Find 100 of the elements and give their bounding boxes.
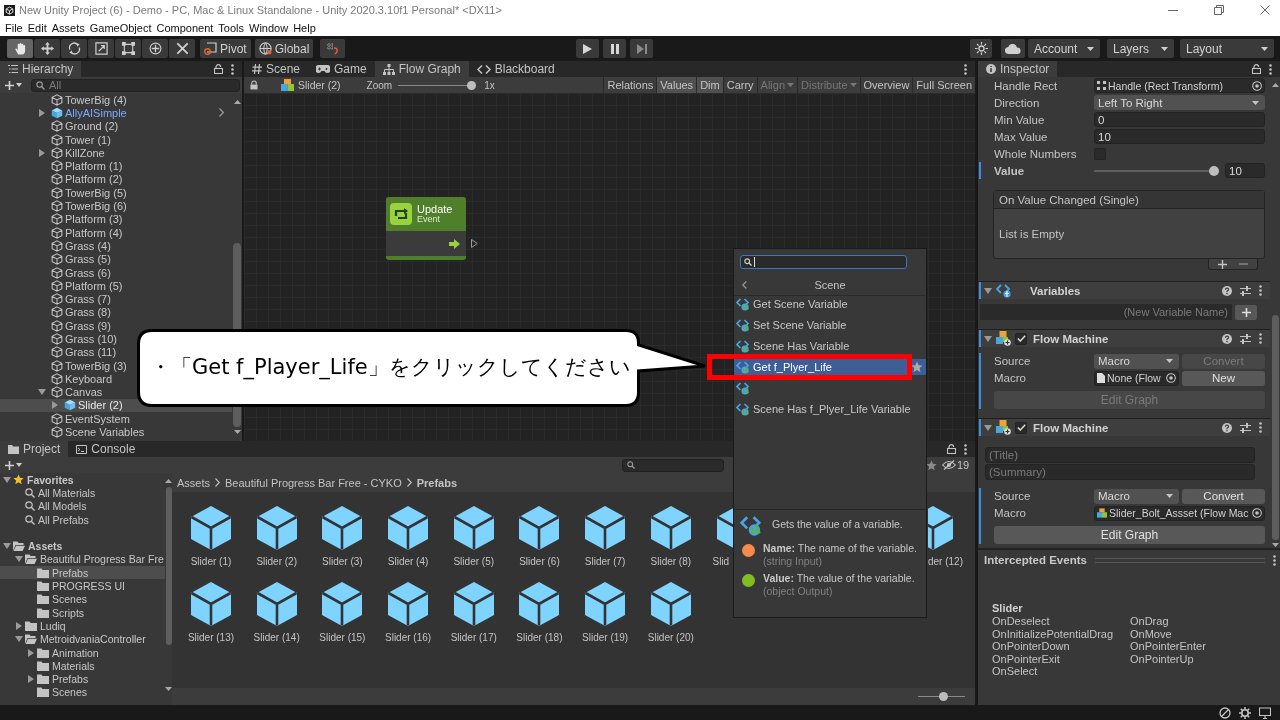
restore-icon[interactable] — [1214, 5, 1224, 15]
input-field[interactable]: 0 — [1094, 112, 1265, 127]
folder-tree-item[interactable]: All Materials — [0, 486, 165, 500]
collab-button[interactable] — [970, 39, 992, 58]
hierarchy-item[interactable]: Platform (4) — [0, 225, 127, 240]
toolbar-button[interactable]: Values — [656, 77, 697, 93]
scrollbar-thumb[interactable] — [1271, 315, 1279, 540]
dropdown[interactable]: Macro — [1094, 488, 1179, 504]
asset-item[interactable]: Slider (16) — [377, 581, 440, 643]
scroll-up-icon[interactable] — [233, 100, 241, 104]
kebab-menu-icon[interactable] — [964, 443, 967, 455]
folder-tree-item[interactable]: All Models — [0, 499, 165, 513]
hierarchy-item[interactable]: Grass (9) — [0, 319, 115, 333]
folder-tree-item[interactable]: MetroidvaniaController — [0, 632, 165, 646]
toolbar-button[interactable]: Full Screen — [912, 77, 975, 93]
layout-dropdown[interactable]: Layout — [1180, 39, 1274, 58]
folder-tree-item[interactable]: Ludiq — [0, 619, 165, 633]
minimize-icon[interactable] — [1168, 9, 1178, 11]
scrollbar-thumb[interactable] — [165, 487, 172, 645]
hierarchy-item[interactable]: TowerBig (3) — [0, 358, 131, 373]
asset-item[interactable]: Slider (8) — [639, 505, 702, 567]
kebab-menu-icon[interactable] — [1259, 333, 1262, 344]
asset-item[interactable]: Slider (15) — [311, 581, 374, 643]
scroll-down-icon[interactable] — [1271, 543, 1279, 547]
target-icon[interactable] — [1252, 80, 1262, 91]
object-field[interactable]: None (Flow — [1094, 370, 1179, 386]
asset-item[interactable]: Slider (5) — [442, 505, 505, 567]
asset-item[interactable]: Slider (3) — [311, 505, 374, 567]
folder-tree-item[interactable]: Prefabs — [0, 672, 165, 686]
preset-sliders-icon[interactable] — [1240, 285, 1251, 296]
folder-tree-item[interactable]: Prefabs — [0, 566, 165, 580]
asset-item[interactable]: Slider (1) — [180, 505, 242, 567]
panel-tab[interactable]: Game — [308, 61, 375, 77]
tool-button[interactable] — [88, 39, 114, 58]
hierarchy-tab[interactable]: Hierarchy — [0, 61, 82, 77]
hierarchy-item[interactable]: Grass (8) — [0, 305, 115, 320]
slider-thumb[interactable] — [938, 692, 948, 701]
chevron-right-icon[interactable] — [219, 108, 224, 118]
breadcrumb-link[interactable]: Prefabs — [416, 476, 458, 489]
hierarchy-item[interactable]: Keyboard — [0, 372, 117, 386]
folder-tree-item[interactable]: All Prefabs — [0, 512, 165, 527]
tool-button[interactable] — [115, 39, 141, 58]
search-field[interactable] — [622, 458, 724, 472]
component-header[interactable]: Flow Machine — [978, 329, 1270, 347]
object-field[interactable]: Slider_Bolt_Assset (Flow Mac — [1094, 505, 1265, 521]
hierarchy-item[interactable]: Grass (10) — [0, 332, 121, 346]
component-header[interactable]: Flow Machine — [978, 418, 1270, 436]
asset-item[interactable]: Slider (17) — [442, 581, 505, 643]
checkbox[interactable] — [1015, 421, 1027, 434]
hierarchy-item[interactable]: Tower (1) — [0, 132, 115, 147]
breadcrumb-link[interactable]: Beautiful Progress Bar Free - CYKO — [225, 476, 402, 489]
asset-item[interactable]: Slider (20) — [639, 581, 702, 643]
asset-item[interactable]: Slider (6) — [508, 505, 571, 567]
lock-icon[interactable] — [214, 64, 223, 74]
folder-tree-item[interactable]: Scenes — [0, 685, 165, 700]
convert-button[interactable]: Convert — [1182, 488, 1265, 504]
lock-icon[interactable] — [947, 444, 956, 454]
collapsed-arrow-icon[interactable] — [16, 621, 22, 630]
create-dropdown[interactable] — [5, 78, 22, 92]
play-button[interactable] — [576, 39, 599, 58]
hierarchy-item[interactable]: Grass (5) — [0, 252, 115, 266]
kebab-menu-icon[interactable] — [964, 63, 967, 75]
hierarchy-item[interactable]: Platform (5) — [0, 279, 127, 293]
new-button[interactable]: New — [1182, 370, 1265, 386]
asset-item[interactable]: Slider (14) — [245, 581, 308, 643]
tool-button[interactable] — [142, 39, 168, 58]
finder-item[interactable]: Scene Has f_Plyer_Life Variable — [734, 401, 926, 417]
finder-item[interactable]: Scene Has Variable — [734, 338, 926, 354]
hierarchy-item[interactable]: KillZone — [0, 146, 109, 160]
output-port-icon[interactable] — [471, 239, 478, 248]
pivot-button[interactable]: Pivot — [200, 39, 251, 58]
hierarchy-item[interactable]: Platform (2) — [0, 172, 127, 187]
menu-item[interactable]: Edit — [27, 22, 47, 34]
expanded-arrow-icon[interactable] — [984, 335, 992, 342]
menu-item[interactable]: Component — [156, 22, 214, 34]
value-slider[interactable] — [1094, 165, 1219, 176]
cloud-button[interactable] — [1001, 39, 1025, 58]
hierarchy-item[interactable]: AllyAISimple — [0, 106, 232, 120]
hierarchy-item[interactable]: EventSystem — [0, 412, 134, 426]
dropdown[interactable]: Macro — [1094, 353, 1179, 369]
step-button[interactable] — [630, 39, 653, 58]
help-icon[interactable] — [1222, 422, 1232, 433]
folder-tree-item[interactable]: Assets — [0, 539, 165, 553]
checkbox[interactable] — [1015, 332, 1027, 345]
expanded-arrow-icon[interactable] — [984, 424, 992, 431]
toolbar-button[interactable]: Overview — [859, 77, 913, 93]
blocked-icon[interactable] — [1219, 706, 1231, 719]
event-node[interactable]: Update Event — [386, 197, 466, 260]
search-field[interactable] — [740, 255, 907, 269]
finder-item[interactable]: Get Scene Variable — [734, 296, 926, 312]
component-header[interactable]: Variables — [978, 281, 1270, 299]
input-field[interactable]: 10 — [1225, 163, 1265, 178]
hierarchy-item[interactable]: TowerBig (5) — [0, 186, 131, 200]
zoom-slider[interactable] — [398, 80, 477, 90]
toolbar-button[interactable]: Carry — [722, 77, 757, 93]
folder-tree-item[interactable]: Beautiful Progress Bar Fre — [0, 552, 165, 567]
star-icon[interactable] — [926, 459, 937, 471]
scroll-down-icon[interactable] — [165, 687, 172, 691]
collapsed-arrow-icon[interactable] — [28, 648, 34, 657]
monitor-icon[interactable] — [1259, 706, 1271, 719]
